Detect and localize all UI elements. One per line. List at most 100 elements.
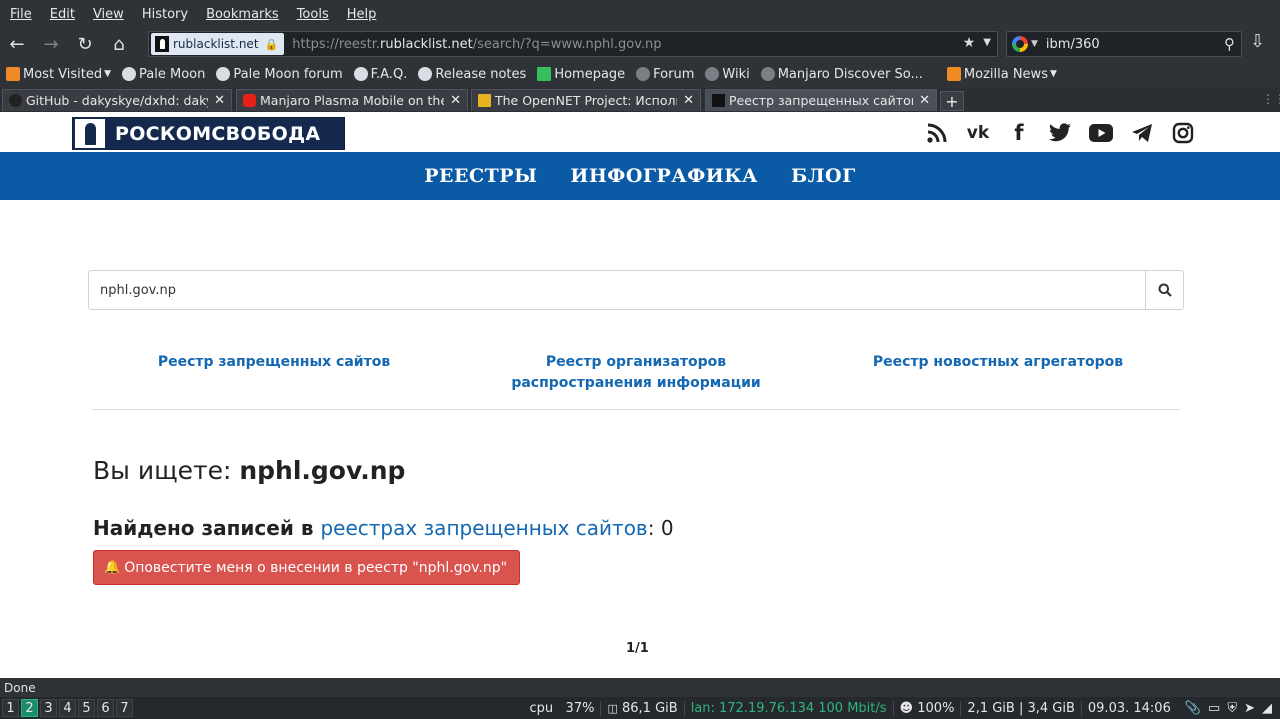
cpu-usage: cpu 37%	[524, 700, 602, 716]
bookmark-faq[interactable]: F.A.Q.	[353, 67, 407, 82]
facebook-icon[interactable]: f	[1006, 121, 1032, 145]
workspace-3[interactable]: 3	[40, 699, 57, 717]
url-bar[interactable]: rublacklist.net 🔒 https://reestr.rublack…	[148, 31, 998, 57]
url-text[interactable]: https://reestr.rublacklist.net/search/?q…	[292, 37, 661, 52]
close-icon[interactable]: ✕	[919, 93, 930, 108]
status-bar: Done	[0, 678, 1280, 697]
workspace-4[interactable]: 4	[59, 699, 76, 717]
rss-icon[interactable]	[924, 121, 950, 145]
telegram-tray-icon[interactable]: ➤	[1244, 701, 1255, 716]
close-icon[interactable]: ✕	[450, 93, 461, 108]
nav-registries[interactable]: РЕЕСТРЫ	[424, 165, 537, 187]
menu-edit[interactable]: Edit	[44, 7, 81, 22]
bookmark-pale-moon[interactable]: Pale Moon	[122, 67, 205, 82]
rss-icon	[6, 67, 20, 81]
site-logo[interactable]: РОСКОМСВОБОДА	[72, 117, 345, 150]
chevron-down-icon[interactable]: ▼	[1031, 39, 1038, 49]
bookmark-manjaro-discover[interactable]: Manjaro Discover So...	[760, 67, 923, 82]
volume-face-icon: ☻	[899, 700, 914, 716]
menu-bookmarks[interactable]: Bookmarks	[200, 7, 285, 22]
chevron-down-icon: ▼	[1049, 69, 1057, 79]
bell-icon: 🔔	[104, 560, 121, 575]
bookmarks-toolbar: Most Visited ▼ Pale Moon Pale Moon forum …	[0, 60, 1280, 88]
lock-icon: 🔒	[264, 37, 279, 51]
menu-history[interactable]: History	[136, 7, 194, 22]
menu-view[interactable]: View	[87, 7, 130, 22]
bookmark-most-visited[interactable]: Most Visited ▼	[6, 67, 111, 82]
menu-file[interactable]: File	[4, 7, 38, 22]
nav-blog[interactable]: БЛОГ	[791, 165, 856, 187]
home-icon[interactable]: ⌂	[102, 31, 136, 59]
tab-github[interactable]: GitHub - dakyskye/dxhd: daky'... ✕	[2, 89, 232, 111]
url-dropdown-chevron-icon[interactable]: ▼	[983, 35, 991, 51]
workspace-2[interactable]: 2	[21, 699, 38, 717]
tab-opennet[interactable]: The OpenNET Project: Исполь... ✕	[471, 89, 701, 111]
bookmark-star-icon[interactable]: ★	[963, 35, 976, 51]
back-icon[interactable]: ←	[0, 31, 34, 59]
workspace-5[interactable]: 5	[78, 699, 95, 717]
disk-usage: ◫ 86,1 GiB	[601, 700, 685, 716]
tab-list-icon[interactable]: ⋮⋮	[1262, 92, 1280, 106]
shield-icon[interactable]: ⛨	[1227, 701, 1237, 716]
link-banned-sites-registry[interactable]: Реестр запрещенных сайтов	[122, 352, 426, 373]
telegram-icon[interactable]	[1129, 121, 1155, 145]
moon-icon	[216, 67, 231, 81]
site-identity-badge[interactable]: rublacklist.net 🔒	[151, 33, 285, 55]
star-icon	[478, 94, 491, 107]
youtube-icon	[243, 94, 256, 107]
clock: 09.03. 14:06	[1087, 700, 1171, 716]
bookmark-forum[interactable]: Forum	[636, 67, 694, 82]
tab-reestr[interactable]: Реестр запрещенных сайтов ✕	[705, 89, 937, 111]
new-tab-button[interactable]: +	[940, 91, 964, 111]
reload-icon[interactable]: ↻	[68, 31, 102, 59]
link-info-distributors-registry[interactable]: Реестр организаторов распространения инф…	[482, 352, 790, 394]
registry-links: Реестр запрещенных сайтов Реестр организ…	[92, 352, 1180, 410]
site-search-input[interactable]	[89, 271, 1145, 309]
forward-icon[interactable]: →	[34, 31, 68, 59]
bookmark-pale-moon-forum[interactable]: Pale Moon forum	[216, 67, 343, 82]
site-favicon	[155, 36, 169, 52]
navigation-toolbar: ← → ↻ ⌂ rublacklist.net 🔒 https://reestr…	[0, 29, 1280, 60]
youtube-icon[interactable]	[1088, 121, 1114, 145]
bookmark-homepage[interactable]: Homepage	[537, 67, 625, 82]
moon-icon	[353, 67, 368, 81]
search-input[interactable]: ibm/360	[1046, 37, 1100, 52]
site-search-button[interactable]	[1145, 271, 1183, 309]
instagram-icon[interactable]	[1170, 121, 1196, 145]
moon-icon	[122, 67, 137, 81]
workspace-7[interactable]: 7	[116, 699, 133, 717]
volume-level: ☻ 100%	[894, 700, 962, 716]
menu-tools[interactable]: Tools	[291, 7, 335, 22]
close-icon[interactable]: ✕	[214, 93, 225, 108]
notify-me-button[interactable]: 🔔 Оповестите меня о внесении в реестр "n…	[93, 550, 521, 585]
bookmark-wiki[interactable]: Wiki	[705, 67, 750, 82]
page-viewport: РОСКОМСВОБОДА vk f РЕЕСТРЫ ИНФОГРАФИКА Б…	[0, 112, 1280, 678]
download-icon[interactable]: ⇩	[1250, 31, 1265, 52]
link-news-aggregators-registry[interactable]: Реестр новостных агрегаторов	[846, 352, 1150, 373]
menu-help[interactable]: Help	[341, 7, 383, 22]
site-nav: РЕЕСТРЫ ИНФОГРАФИКА БЛОГ	[0, 152, 1280, 200]
twitter-icon[interactable]	[1047, 121, 1073, 145]
site-favicon	[712, 94, 725, 107]
rss-icon	[946, 67, 961, 81]
search-icon[interactable]: ⚲	[1224, 35, 1235, 53]
speaker-icon[interactable]: ◢	[1262, 701, 1272, 716]
lan-status: lan: 172.19.76.134 100 Mbit/s	[685, 700, 894, 716]
workspace-6[interactable]: 6	[97, 699, 114, 717]
site-search-form	[88, 270, 1184, 310]
window-icon[interactable]: ▭	[1208, 701, 1220, 716]
vk-icon[interactable]: vk	[965, 121, 991, 145]
google-icon[interactable]	[1012, 36, 1028, 52]
chevron-down-icon: ▼	[104, 69, 112, 79]
workspace-1[interactable]: 1	[2, 699, 19, 717]
bookmark-release-notes[interactable]: Release notes	[418, 67, 526, 82]
tab-manjaro-plasma[interactable]: Manjaro Plasma Mobile on the ... ✕	[236, 89, 468, 111]
search-bar[interactable]: ▼ ibm/360 ⚲	[1006, 31, 1242, 57]
moon-icon	[418, 67, 433, 81]
banned-registries-link[interactable]: реестрах запрещенных сайтов	[320, 516, 647, 540]
bookmark-mozilla-news[interactable]: Mozilla News ▼	[946, 67, 1057, 82]
nav-infographics[interactable]: ИНФОГРАФИКА	[570, 165, 758, 187]
close-icon[interactable]: ✕	[683, 93, 694, 108]
paperclip-icon[interactable]: 📎	[1185, 701, 1201, 716]
keyhole-logo-icon	[73, 117, 107, 150]
